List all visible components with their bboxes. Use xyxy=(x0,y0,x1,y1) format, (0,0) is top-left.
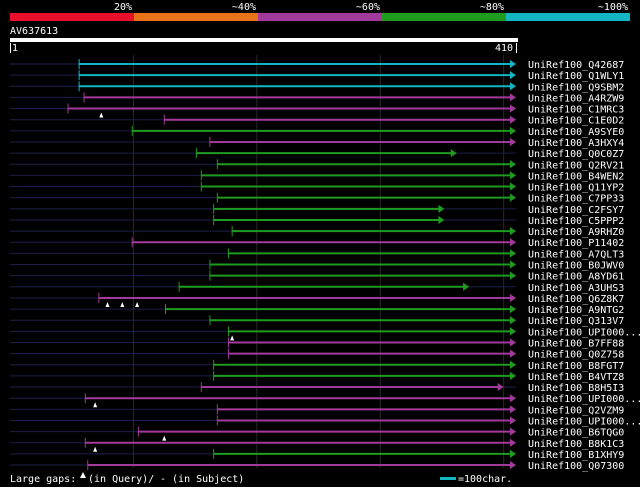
large-gaps-label: Large gaps: xyxy=(10,474,76,485)
query-bar xyxy=(10,38,518,42)
hit-label[interactable]: UniRef100_A9NTG2 xyxy=(528,305,624,316)
legend-segment xyxy=(10,13,134,21)
hit-label[interactable]: UniRef100_A4RZW9 xyxy=(528,93,624,104)
hit-label[interactable]: UniRef100_UPI000... xyxy=(528,416,640,427)
query-start-tick xyxy=(10,43,11,53)
scale-label: =100char. xyxy=(458,474,512,485)
hit-label[interactable]: UniRef100_Q1WLY1 xyxy=(528,71,624,82)
hit-label[interactable]: UniRef100_UPI000... xyxy=(528,327,640,338)
query-end-label: 410 xyxy=(495,43,513,54)
hit-label[interactable]: UniRef100_Q6Z8K7 xyxy=(528,294,624,305)
query-end-tick xyxy=(516,43,517,53)
hit-label[interactable]: UniRef100_B8H5I3 xyxy=(528,383,624,394)
in-query-label: (in Query)/ xyxy=(88,474,154,485)
scale-swatch xyxy=(440,477,456,480)
hit-label[interactable]: UniRef100_C1MRC3 xyxy=(528,105,624,116)
hit-label[interactable]: UniRef100_B0JWV0 xyxy=(528,261,624,272)
hit-label[interactable]: UniRef100_C5PPP2 xyxy=(528,216,624,227)
legend-segment xyxy=(134,13,258,21)
hit-label[interactable]: UniRef100_C2FSY7 xyxy=(528,205,624,216)
hit-label[interactable]: UniRef100_C7PP33 xyxy=(528,194,624,205)
hit-label[interactable]: UniRef100_A9RHZ0 xyxy=(528,227,624,238)
hit-label[interactable]: UniRef100_B4VTZ8 xyxy=(528,372,624,383)
hit-label[interactable]: UniRef100_Q0C0Z7 xyxy=(528,149,624,160)
hit-label[interactable]: UniRef100_B8FGT7 xyxy=(528,361,624,372)
hit-label[interactable]: UniRef100_B4WEN2 xyxy=(528,171,624,182)
query-start-label: 1 xyxy=(12,43,18,54)
legend-label: ~60% xyxy=(356,2,380,13)
hit-label[interactable]: UniRef100_UPI000... xyxy=(528,394,640,405)
hit-label[interactable]: UniRef100_Q2RV21 xyxy=(528,160,624,171)
hit-label[interactable]: UniRef100_Q11YP2 xyxy=(528,183,624,194)
hit-label[interactable]: UniRef100_B6TQG0 xyxy=(528,428,624,439)
identity-legend-bar xyxy=(10,13,630,21)
hit-label[interactable]: UniRef100_P11402 xyxy=(528,238,624,249)
hit-label[interactable]: UniRef100_A9SYE0 xyxy=(528,127,624,138)
alignment-overview: 20% ~40% ~60% ~80% ~100% AV637613 1 410 UniR… xyxy=(0,0,640,487)
hit-label[interactable]: UniRef100_Q0Z758 xyxy=(528,350,624,361)
legend-segment xyxy=(382,13,506,21)
hit-label[interactable]: UniRef100_B8K1C3 xyxy=(528,439,624,450)
hit-label[interactable]: UniRef100_A3UHS3 xyxy=(528,283,624,294)
hit-label[interactable]: UniRef100_Q07300 xyxy=(528,461,624,472)
hit-label[interactable]: UniRef100_Q313V7 xyxy=(528,316,624,327)
legend-segment xyxy=(258,13,382,21)
hit-label[interactable]: UniRef100_A7QLT3 xyxy=(528,249,624,260)
hit-label[interactable]: UniRef100_Q2VZM9 xyxy=(528,405,624,416)
query-id: AV637613 xyxy=(10,26,58,37)
hit-label[interactable]: UniRef100_B7FF88 xyxy=(528,339,624,350)
hit-label[interactable]: UniRef100_B1XHY9 xyxy=(528,450,624,461)
legend-label: ~80% xyxy=(480,2,504,13)
hit-label[interactable]: UniRef100_A3HXY4 xyxy=(528,138,624,149)
hit-label[interactable]: UniRef100_C1E0D2 xyxy=(528,116,624,127)
legend-segment xyxy=(506,13,630,21)
hit-label[interactable]: UniRef100_A8YD61 xyxy=(528,272,624,283)
in-subject-label: - (in Subject) xyxy=(160,474,244,485)
legend-label: ~100% xyxy=(598,2,628,13)
hit-label[interactable]: UniRef100_Q42687 xyxy=(528,60,624,71)
legend-label: ~40% xyxy=(232,2,256,13)
hit-label[interactable]: UniRef100_Q9SBM2 xyxy=(528,82,624,93)
legend-label: 20% xyxy=(114,2,132,13)
